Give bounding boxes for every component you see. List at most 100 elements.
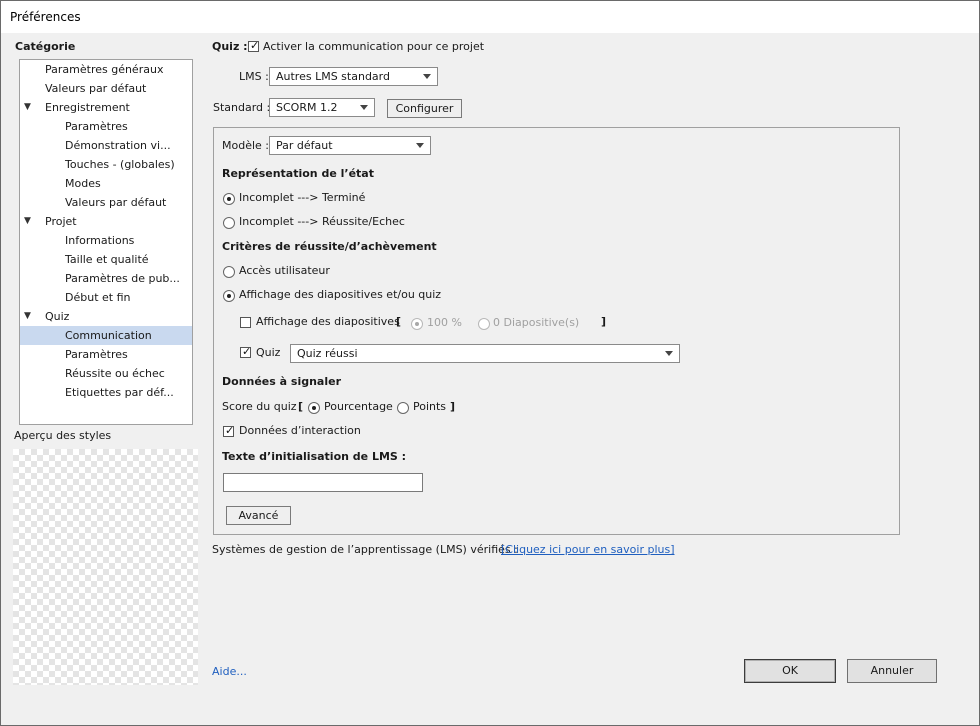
learn-more-link[interactable]: [Cliquez ici pour en savoir plus] bbox=[501, 543, 675, 557]
sidebar-item-6[interactable]: Modes bbox=[20, 174, 192, 193]
enable-communication-checkbox[interactable]: ✓ bbox=[248, 39, 260, 52]
sidebar-item-3[interactable]: Paramètres bbox=[20, 117, 192, 136]
quiz-select-value: Quiz réussi bbox=[297, 347, 358, 360]
lms-init-heading: Texte d’initialisation de LMS : bbox=[222, 450, 407, 463]
enable-communication-label: Activer la communication pour ce projet bbox=[263, 40, 485, 53]
sidebar-item-15[interactable]: Paramètres bbox=[20, 345, 192, 364]
standard-select[interactable]: SCORM 1.2 bbox=[269, 98, 375, 117]
sidebar-item-label: Informations bbox=[65, 234, 135, 247]
score-label: Score du quiz bbox=[222, 400, 297, 413]
slides-view-label: Affichage des diapositives bbox=[256, 315, 400, 328]
radio-dot-icon bbox=[415, 322, 419, 326]
sidebar-item-label: Réussite ou échec bbox=[65, 367, 165, 380]
sidebar-item-label: Paramètres bbox=[65, 348, 128, 361]
lms-select[interactable]: Autres LMS standard bbox=[269, 67, 438, 86]
sidebar-item-label: Paramètres généraux bbox=[45, 63, 164, 76]
sidebar-item-label: Projet bbox=[45, 215, 77, 228]
sidebar-item-8[interactable]: ▼ Projet bbox=[20, 212, 192, 231]
sidebar-item-2[interactable]: ▼ Enregistrement bbox=[20, 98, 192, 117]
check-icon: ✓ bbox=[242, 345, 252, 358]
quiz-check-label: Quiz bbox=[256, 346, 281, 359]
expand-arrow-icon[interactable]: ▼ bbox=[24, 212, 31, 231]
status-heading: Représentation de l’état bbox=[222, 167, 374, 180]
sidebar-item-label: Paramètres de pub... bbox=[65, 272, 180, 285]
sidebar-item-label: Modes bbox=[65, 177, 101, 190]
quiz-prefix: Quiz : bbox=[212, 40, 248, 53]
status-passfail-radio[interactable] bbox=[223, 217, 235, 229]
user-access-radio[interactable] bbox=[223, 266, 235, 278]
advanced-button[interactable]: Avancé bbox=[226, 506, 291, 525]
sidebar-item-16[interactable]: Réussite ou échec bbox=[20, 364, 192, 383]
bracket-open: [ bbox=[396, 315, 402, 328]
sidebar-item-12[interactable]: Début et fin bbox=[20, 288, 192, 307]
category-heading: Catégorie bbox=[15, 40, 76, 53]
interaction-data-label: Données d’interaction bbox=[239, 424, 361, 437]
status-passfail-label: Incomplet ---> Réussite/Echec bbox=[239, 215, 405, 228]
sidebar-item-label: Valeurs par défaut bbox=[65, 196, 167, 209]
radio-dot-icon bbox=[227, 197, 231, 201]
sidebar-item-5[interactable]: Touches - (globales) bbox=[20, 155, 192, 174]
radio-dot-icon bbox=[227, 294, 231, 298]
score-percent-radio[interactable] bbox=[308, 402, 320, 414]
sidebar-item-label: Touches - (globales) bbox=[65, 158, 175, 171]
sidebar-item-9[interactable]: Informations bbox=[20, 231, 192, 250]
criteria-heading: Critères de réussite/d’achèvement bbox=[222, 240, 437, 253]
sidebar-item-label: Communication bbox=[65, 329, 152, 342]
sidebar-item-4[interactable]: Démonstration vi... bbox=[20, 136, 192, 155]
sidebar-item-label: Etiquettes par déf... bbox=[65, 386, 174, 399]
lms-init-input[interactable] bbox=[223, 473, 423, 492]
lms-label: LMS : bbox=[239, 70, 269, 83]
styles-preview-label: Aperçu des styles bbox=[14, 429, 112, 442]
standard-label: Standard : bbox=[213, 101, 271, 114]
model-select[interactable]: Par défaut bbox=[269, 136, 431, 155]
model-label: Modèle : bbox=[222, 139, 269, 152]
radio-dot-icon bbox=[312, 406, 316, 410]
sidebar-item-14[interactable]: Communication bbox=[20, 326, 192, 345]
slides-quiz-radio[interactable] bbox=[223, 290, 235, 302]
score-points-radio[interactable] bbox=[397, 402, 409, 414]
chevron-down-icon bbox=[665, 351, 673, 356]
status-complete-label: Incomplet ---> Terminé bbox=[239, 191, 366, 204]
score-bracket-close: ] bbox=[450, 400, 456, 413]
percent-label: 100 % bbox=[427, 316, 462, 329]
interaction-data-checkbox[interactable]: ✓ bbox=[223, 424, 234, 437]
styles-preview bbox=[13, 449, 198, 685]
sidebar-item-label: Enregistrement bbox=[45, 101, 130, 114]
ok-button[interactable]: OK bbox=[744, 659, 836, 683]
title-bar: Préférences bbox=[1, 1, 979, 33]
status-complete-radio[interactable] bbox=[223, 193, 235, 205]
model-select-value: Par défaut bbox=[276, 139, 333, 152]
check-icon: ✓ bbox=[250, 39, 260, 52]
expand-arrow-icon[interactable]: ▼ bbox=[24, 98, 31, 117]
chevron-down-icon bbox=[416, 143, 424, 148]
percent-radio[interactable] bbox=[411, 318, 423, 330]
standard-select-value: SCORM 1.2 bbox=[276, 101, 338, 114]
bracket-close: ] bbox=[601, 315, 607, 328]
sidebar-item-label: Paramètres bbox=[65, 120, 128, 133]
sidebar-item-17[interactable]: Etiquettes par déf... bbox=[20, 383, 192, 402]
score-points-label: Points bbox=[413, 400, 447, 413]
sidebar-item-13[interactable]: ▼ Quiz bbox=[20, 307, 192, 326]
quiz-select[interactable]: Quiz réussi bbox=[290, 344, 680, 363]
sidebar-item-0[interactable]: Paramètres généraux bbox=[20, 60, 192, 79]
slides-view-checkbox[interactable] bbox=[240, 317, 251, 328]
sidebar-item-1[interactable]: Valeurs par défaut bbox=[20, 79, 192, 98]
sidebar-item-11[interactable]: Paramètres de pub... bbox=[20, 269, 192, 288]
sidebar-item-label: Valeurs par défaut bbox=[45, 82, 147, 95]
sidebar-item-10[interactable]: Taille et qualité bbox=[20, 250, 192, 269]
sidebar-item-7[interactable]: Valeurs par défaut bbox=[20, 193, 192, 212]
sidebar-item-label: Taille et qualité bbox=[65, 253, 149, 266]
configure-button[interactable]: Configurer bbox=[387, 99, 462, 118]
slides-count-radio[interactable] bbox=[478, 318, 490, 330]
help-link[interactable]: Aide... bbox=[212, 665, 247, 679]
window-title: Préférences bbox=[10, 10, 81, 24]
chevron-down-icon bbox=[360, 105, 368, 110]
quiz-checkbox[interactable]: ✓ bbox=[240, 345, 252, 358]
sidebar-item-label: Démonstration vi... bbox=[65, 139, 171, 152]
expand-arrow-icon[interactable]: ▼ bbox=[24, 307, 31, 326]
slides-quiz-label: Affichage des diapositives et/ou quiz bbox=[239, 288, 442, 301]
score-percent-label: Pourcentage bbox=[324, 400, 393, 413]
score-bracket-open: [ bbox=[298, 400, 304, 413]
cancel-button[interactable]: Annuler bbox=[847, 659, 937, 683]
category-tree[interactable]: Paramètres généraux Valeurs par défaut ▼ En… bbox=[19, 59, 193, 425]
